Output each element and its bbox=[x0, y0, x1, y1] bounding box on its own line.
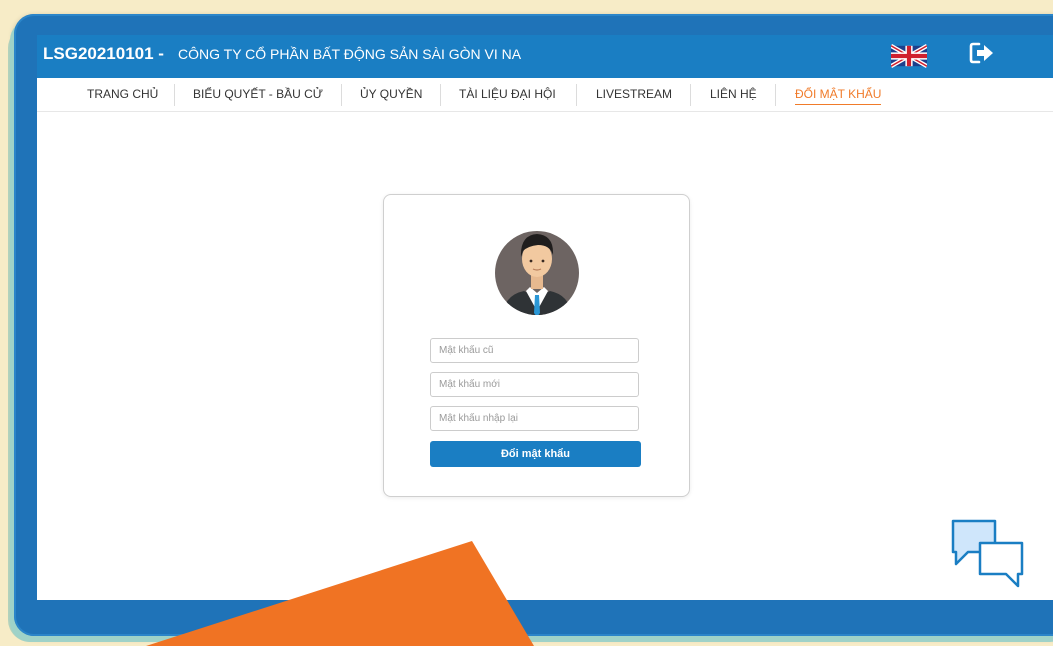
nav-divider bbox=[576, 84, 577, 106]
nav-divider bbox=[341, 84, 342, 106]
change-password-card: Đổi mật khẩu bbox=[383, 194, 690, 497]
old-password-input[interactable] bbox=[430, 338, 639, 363]
user-avatar bbox=[495, 231, 579, 315]
uk-flag-icon[interactable] bbox=[891, 39, 927, 73]
confirm-password-input[interactable] bbox=[430, 406, 639, 431]
logout-icon[interactable] bbox=[969, 42, 995, 64]
nav-item-livestream[interactable]: LIVESTREAM bbox=[596, 87, 672, 101]
company-name: CÔNG TY CỔ PHẦN BẤT ĐỘNG SẢN SÀI GÒN VI … bbox=[178, 46, 522, 62]
nav-item-change-password[interactable]: ĐỔI MẬT KHẨU bbox=[795, 87, 882, 105]
new-password-input[interactable] bbox=[430, 372, 639, 397]
nav-divider bbox=[174, 84, 175, 106]
chat-bubbles-icon[interactable] bbox=[950, 518, 1026, 592]
change-password-button[interactable]: Đổi mật khẩu bbox=[430, 441, 641, 467]
nav-item-voting[interactable]: BIỂU QUYẾT - BẦU CỬ bbox=[193, 87, 323, 101]
nav-item-proxy[interactable]: ỦY QUYỀN bbox=[360, 87, 422, 101]
nav-divider bbox=[690, 84, 691, 106]
nav-item-home[interactable]: TRANG CHỦ bbox=[87, 87, 158, 101]
company-code: LSG20210101 - bbox=[43, 44, 164, 63]
nav-divider bbox=[775, 84, 776, 106]
nav-item-documents[interactable]: TÀI LIỆU ĐẠI HỘI bbox=[459, 87, 556, 101]
nav-divider bbox=[440, 84, 441, 106]
top-bar: LSG20210101 - CÔNG TY CỔ PHẦN BẤT ĐỘNG S… bbox=[37, 35, 1053, 78]
screen: LSG20210101 - CÔNG TY CỔ PHẦN BẤT ĐỘNG S… bbox=[37, 35, 1053, 600]
main-nav: TRANG CHỦ BIỂU QUYẾT - BẦU CỬ ỦY QUYỀN T… bbox=[37, 78, 1053, 112]
nav-item-contact[interactable]: LIÊN HỆ bbox=[710, 87, 757, 101]
